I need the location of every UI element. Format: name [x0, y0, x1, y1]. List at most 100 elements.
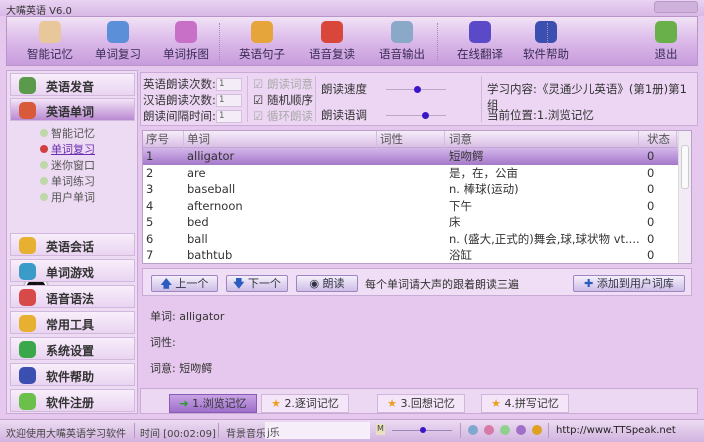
table-cell: 1 — [146, 149, 154, 163]
sidebar-subitem[interactable]: 单词练习 — [40, 173, 95, 189]
table-cell: 0 — [647, 149, 655, 163]
table-row[interactable]: 7 bathtub 浴缸 0 — [143, 247, 679, 263]
window-controls[interactable] — [654, 1, 698, 13]
skin-color-button[interactable] — [468, 425, 478, 435]
sidebar-item[interactable]: 软件注册 — [10, 389, 135, 412]
mode-label: 3.回想记忆 — [400, 397, 455, 410]
music-select[interactable]: j乐 — [265, 422, 370, 439]
column-header[interactable]: 状态 — [647, 131, 677, 148]
interval-spinner[interactable]: 1 — [215, 110, 242, 123]
mode-label: 4.拼写记忆 — [504, 397, 559, 410]
sidebar-subitem[interactable]: 单词复习 — [40, 141, 95, 157]
table-row[interactable]: 5 bed 床 0 — [143, 214, 679, 231]
toolbar-button-0[interactable]: 智能记忆 — [17, 19, 83, 65]
en-count-spinner[interactable]: 1 — [215, 78, 242, 91]
reading-settings-panel: 英语朗读次数: 1 汉语朗读次数: 1 朗读间隔时间: 1 ☑ 朗读词意 ☑ 随机顺序… — [140, 72, 698, 126]
arrow-up-icon: 🡅 — [160, 277, 172, 290]
scrollbar-thumb[interactable] — [681, 145, 689, 189]
sidebar-item[interactable]: 语音语法 — [10, 285, 135, 308]
column-header[interactable]: 单词 — [187, 131, 377, 148]
skin-color-button[interactable] — [500, 425, 510, 435]
star-icon: ★ — [387, 397, 397, 410]
mode-tab[interactable]: ➜ 1.浏览记忆 — [169, 394, 257, 413]
sidebar-item-label: 英语单词 — [46, 105, 95, 119]
column-header[interactable]: 序号 — [146, 131, 184, 148]
tone-slider[interactable] — [386, 112, 446, 119]
sidebar-item[interactable]: 单词游戏 — [10, 259, 135, 282]
sidebar: ‹ 英语发音英语单词智能记忆单词复习迷你窗口单词练习用户单词英语会话单词游戏语音… — [6, 70, 138, 414]
table-cell: 4 — [146, 198, 154, 213]
arrow-right-icon: ➜ — [179, 397, 189, 410]
table-row[interactable]: 6 ball n. (盛大,正式的)舞会,球,球状物 vt.... 0 — [143, 231, 679, 248]
elapsed-time: 时间 [00:02:09] — [140, 429, 216, 440]
exit-icon — [655, 21, 677, 43]
subitem-label: 迷你窗口 — [51, 159, 95, 172]
speed-slider[interactable] — [386, 86, 446, 93]
skin-color-button[interactable] — [484, 425, 494, 435]
sidebar-item[interactable]: 常用工具 — [10, 311, 135, 334]
cn-count-spinner[interactable]: 1 — [215, 94, 242, 107]
sidebar-subitem[interactable]: 迷你窗口 — [40, 157, 95, 173]
toolbar-button-3[interactable]: 英语句子 — [229, 19, 295, 65]
sidebar-item[interactable]: 系统设置 — [10, 337, 135, 360]
mode-tab[interactable]: ★ 4.拼写记忆 — [481, 394, 569, 413]
read-meaning-checkbox[interactable]: ☑ 朗读词意 — [253, 76, 313, 92]
table-cell: 床 — [449, 215, 461, 229]
sidebar-item[interactable]: 英语单词 — [10, 98, 135, 121]
speaker-icon — [391, 21, 413, 43]
sidebar-item[interactable]: 英语会话 — [10, 233, 135, 256]
skin-color-button[interactable] — [532, 425, 542, 435]
speed-slider-thumb[interactable] — [414, 86, 421, 93]
sidebar-item[interactable]: 英语发音 — [10, 73, 135, 96]
table-row[interactable]: 4 afternoon 下午 0 — [143, 198, 679, 215]
table-cell: bed — [187, 215, 209, 229]
column-header[interactable]: 词性 — [380, 131, 445, 148]
read-button[interactable]: ◉ 朗读 — [296, 275, 358, 292]
table-row[interactable]: 1 alligator 短吻鳄 0 — [143, 148, 679, 165]
sidebar-subitem[interactable]: 用户单词 — [40, 189, 95, 205]
add-to-user-words-button[interactable]: ✚ 添加到用户词库 — [573, 275, 685, 292]
speaker-icon: ◉ — [309, 277, 320, 290]
arrow-down-icon: 🡇 — [233, 277, 245, 290]
toolbar-button-7[interactable]: 软件帮助 — [513, 19, 579, 65]
toolbar-button-4[interactable]: 语音复读 — [299, 19, 365, 65]
toolbar-button-8[interactable]: 退出 — [633, 19, 699, 65]
sidebar-item[interactable]: 软件帮助 — [10, 363, 135, 386]
random-order-checkbox[interactable]: ☑ 随机顺序 — [253, 92, 313, 108]
column-header[interactable]: 词意 — [449, 131, 639, 148]
volume-slider[interactable] — [392, 427, 452, 433]
table-scrollbar[interactable] — [678, 131, 691, 263]
subitem-label: 单词练习 — [51, 175, 95, 188]
website-link[interactable]: http://www.TTSpeak.net — [556, 425, 676, 436]
toolbar-button-1[interactable]: 单词复习 — [85, 19, 151, 65]
prev-button[interactable]: 🡅 上一个 — [151, 275, 218, 292]
bullet-icon — [40, 177, 48, 185]
mode-tab[interactable]: ★ 2.逐词记忆 — [261, 394, 349, 413]
table-row[interactable]: 3 baseball n. 棒球(运动) 0 — [143, 181, 679, 198]
next-button[interactable]: 🡇 下一个 — [226, 275, 288, 292]
interval-label: 朗读间隔时间: — [143, 109, 216, 123]
subitem-label: 单词复习 — [51, 143, 95, 156]
skin-color-button[interactable] — [516, 425, 526, 435]
category-icon — [19, 102, 36, 119]
category-icon — [19, 393, 36, 410]
word-detail: 单词: alligator 词性: 词意: 短吻鳄 — [142, 298, 692, 386]
star-icon: ★ — [271, 397, 281, 410]
toolbar-button-6[interactable]: 在线翻译 — [447, 19, 513, 65]
mute-icon[interactable]: M — [376, 424, 385, 435]
tone-slider-thumb[interactable] — [422, 112, 430, 119]
next-label: 下一个 — [247, 277, 281, 290]
loop-read-checkbox[interactable]: ☑ 循环朗读 — [253, 108, 313, 124]
toolbar-button-5[interactable]: 语音输出 — [369, 19, 435, 65]
table-header: 序号 单词 词性 词意 状态 — [143, 131, 679, 148]
volume-thumb[interactable] — [420, 427, 426, 433]
table-cell: 0 — [647, 215, 655, 229]
table-cell: bathtub — [187, 248, 233, 262]
toolbar-label: 语音复读 — [309, 47, 355, 61]
sidebar-subitem[interactable]: 智能记忆 — [40, 125, 95, 141]
mode-tab[interactable]: ★ 3.回想记忆 — [377, 394, 465, 413]
check-icon — [40, 145, 48, 153]
subitem-label: 用户单词 — [51, 191, 95, 204]
toolbar-button-2[interactable]: 单词拆图 — [153, 19, 219, 65]
table-row[interactable]: 2 are 是，在，公亩 0 — [143, 165, 679, 182]
